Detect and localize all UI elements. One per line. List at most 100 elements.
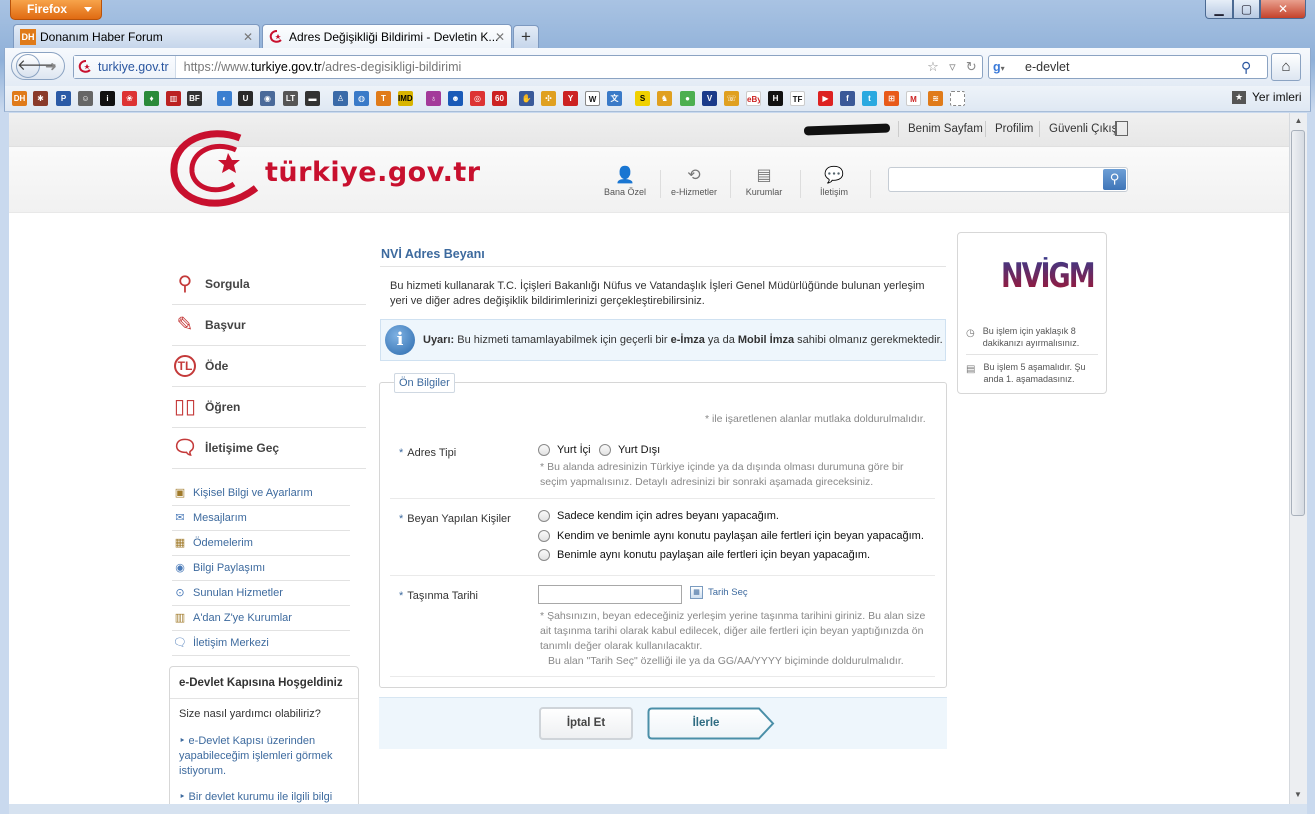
- bookmark-paw-icon[interactable]: ❀: [122, 91, 137, 106]
- menu-mesajlarim[interactable]: ✉ Mesajlarım: [172, 506, 350, 531]
- bookmark-bf-icon[interactable]: BF: [187, 91, 202, 106]
- bookmark-tf-icon[interactable]: TF: [790, 91, 805, 106]
- menu-ogren[interactable]: ▯▯ Öğren: [172, 387, 366, 428]
- bookmark-bug-icon[interactable]: ✱: [33, 91, 48, 106]
- bookmark-ebay-icon[interactable]: eBy: [746, 91, 761, 106]
- radio-yurt-disi[interactable]: Yurt Dışı: [599, 444, 660, 456]
- close-tab-icon[interactable]: ✕: [495, 30, 505, 44]
- bookmark-lt-icon[interactable]: LT: [283, 91, 298, 106]
- site-search-input[interactable]: [888, 167, 1128, 192]
- bookmark-water-icon[interactable]: ◐: [217, 91, 232, 106]
- bookmark-robot-icon[interactable]: ☺: [78, 91, 93, 106]
- bookmark-twitter-icon[interactable]: t: [862, 91, 877, 106]
- menu-odemelerim[interactable]: ▦ Ödemelerim: [172, 531, 350, 556]
- reload-icon[interactable]: ↻: [966, 59, 977, 75]
- scrollbar-thumb[interactable]: [1291, 130, 1305, 516]
- bookmark-hand-icon[interactable]: ✋: [519, 91, 534, 106]
- back-arrow-icon[interactable]: 🡐: [16, 54, 57, 78]
- site-search-button[interactable]: ⚲: [1103, 169, 1126, 190]
- profilim-link[interactable]: Profilim: [995, 123, 1033, 135]
- radio-button[interactable]: [599, 444, 611, 456]
- bookmark-wikipedia-icon[interactable]: W: [585, 91, 600, 106]
- maximize-icon[interactable]: ▢: [1233, 0, 1260, 19]
- radio-beyan-sadece-kendim[interactable]: Sadece kendim için adres beyanı yapacağı…: [538, 510, 779, 522]
- ilerle-button[interactable]: İlerle: [647, 707, 775, 740]
- bookmark-disc-icon[interactable]: ◉: [260, 91, 275, 106]
- bookmark-face-icon[interactable]: ☻: [448, 91, 463, 106]
- bookmark-drop-icon[interactable]: ♦: [144, 91, 159, 106]
- menu-iletisime-gec[interactable]: 🗨 İletişime Geç: [172, 428, 366, 469]
- bookmark-s-icon[interactable]: S: [635, 91, 650, 106]
- nav-kurumlar[interactable]: ▤ Kurumlar: [734, 165, 794, 197]
- bookmark-chat-icon[interactable]: ☏: [724, 91, 739, 106]
- menu-iletisim-merkezi[interactable]: 🗨 İletişim Merkezi: [172, 631, 350, 656]
- bookmark-pinwheel-icon[interactable]: ✣: [541, 91, 556, 106]
- bookmark-info-icon[interactable]: i: [100, 91, 115, 106]
- tasinma-tarihi-input[interactable]: [538, 585, 682, 604]
- menu-basvur[interactable]: ✎ Başvur: [172, 305, 366, 346]
- home-icon[interactable]: ⌂: [1271, 53, 1301, 81]
- bookmark-dh-icon[interactable]: DH: [12, 91, 27, 106]
- search-icon[interactable]: ⚲: [1241, 59, 1267, 76]
- bookmark-gmail-icon[interactable]: M: [906, 91, 921, 106]
- bookmarks-menu[interactable]: ★ Yer imleri: [1232, 90, 1302, 104]
- bookmark-imdb-icon[interactable]: IMDb: [398, 91, 413, 106]
- iptal-et-button[interactable]: İptal Et: [539, 707, 633, 740]
- menu-ode[interactable]: TL Öde: [172, 346, 366, 387]
- bookmark-target-icon[interactable]: ◎: [470, 91, 485, 106]
- scroll-down-icon[interactable]: ▼: [1289, 790, 1307, 804]
- logout-icon[interactable]: [1115, 121, 1128, 136]
- bookmark-car-icon[interactable]: ▬: [305, 91, 320, 106]
- bookmark-rss-icon[interactable]: ≋: [928, 91, 943, 106]
- site-identity-button[interactable]: turkiye.gov.tr: [74, 56, 176, 78]
- bookmark-star-icon[interactable]: ☆: [927, 59, 939, 75]
- bookmark-green-circle-icon[interactable]: ●: [680, 91, 695, 106]
- menu-bilgi-paylasimi[interactable]: ◉ Bilgi Paylaşımı: [172, 556, 350, 581]
- bookmark-facebook-icon[interactable]: f: [840, 91, 855, 106]
- tab-donanim-haber[interactable]: DH Donanım Haber Forum ✕: [13, 24, 260, 48]
- url-text[interactable]: https://www.turkiye.gov.tr/adres-degisik…: [176, 60, 922, 74]
- new-tab-button[interactable]: +: [513, 25, 539, 48]
- bookmark-y-icon[interactable]: Y: [563, 91, 578, 106]
- menu-kisisel-bilgi[interactable]: ▣ Kişisel Bilgi ve Ayarlarım: [172, 481, 350, 506]
- tarih-sec-button[interactable]: ▦ Tarih Seç: [690, 586, 748, 599]
- radio-beyan-kendim-ve-aile[interactable]: Kendim ve benimle aynı konutu paylaşan a…: [538, 530, 924, 542]
- close-window-icon[interactable]: ✕: [1260, 0, 1306, 19]
- bookmark-t-icon[interactable]: T: [376, 91, 391, 106]
- forward-arrow-icon[interactable]: ➜: [40, 58, 62, 75]
- google-engine-icon[interactable]: g▾: [993, 60, 1015, 74]
- benim-sayfam-link[interactable]: Benim Sayfam: [908, 123, 983, 135]
- bookmark-60-icon[interactable]: 60: [492, 91, 507, 106]
- minimize-icon[interactable]: ▁: [1205, 0, 1233, 19]
- welcome-link[interactable]: ‣ e-Devlet Kapısı üzerinden yapabileceği…: [179, 734, 349, 779]
- bookmark-books-icon[interactable]: ▥: [166, 91, 181, 106]
- search-bar[interactable]: g▾ e-devlet ⚲: [988, 55, 1268, 79]
- radio-button[interactable]: [538, 530, 550, 542]
- search-value[interactable]: e-devlet: [1015, 60, 1241, 74]
- radio-button[interactable]: [538, 510, 550, 522]
- nav-iletisim[interactable]: 💬 İletişim: [804, 165, 864, 197]
- bookmark-h-icon[interactable]: H: [768, 91, 783, 106]
- tab-adres-degisikligi[interactable]: Adres Değişikliği Bildirimi - Devletin K…: [262, 24, 512, 48]
- menu-sorgula[interactable]: ⚲ Sorgula: [172, 264, 366, 305]
- bookmark-windows-icon[interactable]: ⊞: [884, 91, 899, 106]
- bookmark-empty-icon[interactable]: [950, 91, 965, 106]
- bookmark-pin-icon[interactable]: ♁: [426, 91, 441, 106]
- nav-bana-ozel[interactable]: 👤 Bana Özel: [595, 165, 655, 197]
- bookmark-runner-icon[interactable]: ♞: [657, 91, 672, 106]
- bookmark-p-icon[interactable]: P: [56, 91, 71, 106]
- bookmark-u-icon[interactable]: U: [238, 91, 253, 106]
- nav-e-hizmetler[interactable]: ⟲ e-Hizmetler: [664, 165, 724, 197]
- bookmark-v-icon[interactable]: V: [702, 91, 717, 106]
- close-tab-icon[interactable]: ✕: [243, 30, 253, 44]
- menu-adan-zye-kurumlar[interactable]: ▥ A'dan Z'ye Kurumlar: [172, 606, 350, 631]
- bookmark-figure-icon[interactable]: ♙: [333, 91, 348, 106]
- menu-sunulan-hizmetler[interactable]: ⊙ Sunulan Hizmetler: [172, 581, 350, 606]
- url-bar[interactable]: turkiye.gov.tr https://www.turkiye.gov.t…: [73, 55, 983, 79]
- bookmark-translate-icon[interactable]: 文: [607, 91, 622, 106]
- site-logo-text[interactable]: türkiye.gov.tr: [265, 157, 481, 188]
- firefox-menu-button[interactable]: Firefox: [10, 0, 102, 20]
- guvenli-cikis-link[interactable]: Güvenli Çıkış: [1049, 123, 1117, 135]
- radio-beyan-aile[interactable]: Benimle aynı konutu paylaşan aile fertle…: [538, 549, 870, 561]
- radio-yurt-ici[interactable]: Yurt İçi: [538, 444, 591, 456]
